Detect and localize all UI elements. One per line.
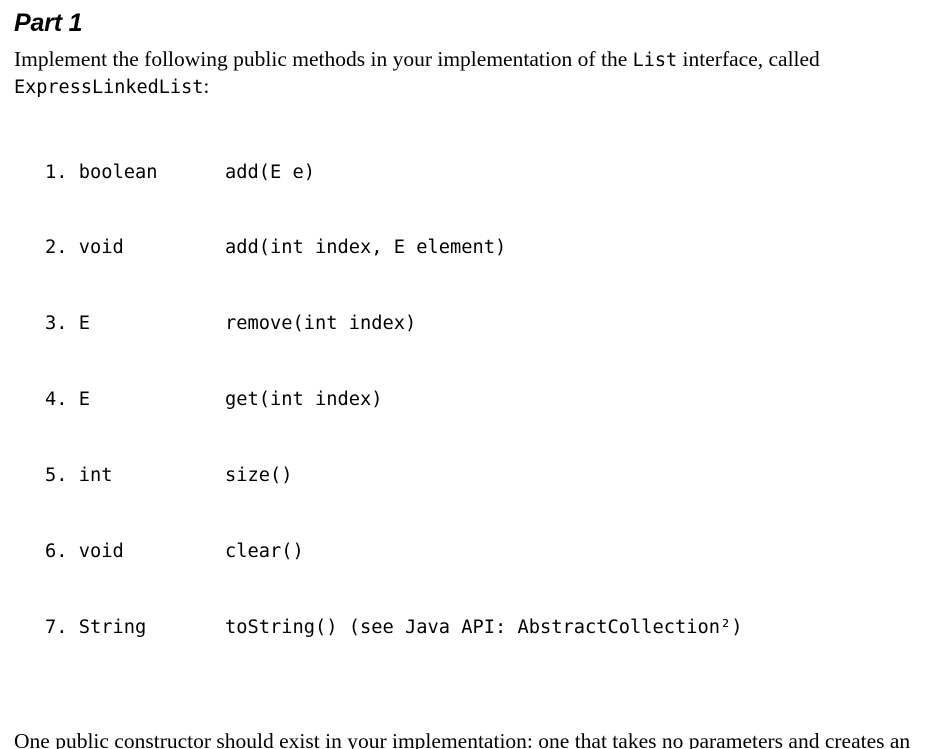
intro-text-after: :: [203, 73, 210, 98]
intro-text-middle: interface, called: [677, 47, 820, 71]
list-item: 1. boolean add(E e): [45, 161, 316, 183]
constructor-paragraph: One public constructor should exist in y…: [14, 728, 911, 749]
document-body: Part 1 Implement the following public me…: [0, 0, 925, 749]
inline-code-list: List: [632, 50, 678, 71]
inline-code-expresslinkedlist: ExpressLinkedList: [14, 76, 204, 98]
list-item: 2. void add(int index, E element): [45, 237, 507, 259]
page-title: Part 1: [14, 9, 83, 37]
document-page: Part 1 Implement the following public me…: [0, 0, 925, 749]
list-item: 3. E remove(int index): [45, 313, 417, 335]
list-item: 5. int size(): [45, 465, 293, 487]
intro-paragraph: Implement the following public methods i…: [14, 47, 911, 100]
method-list: 1. boolean add(E e) 2. void add(int inde…: [14, 109, 911, 691]
list-item: 6. void clear(): [45, 541, 304, 563]
list-item: 4. E get(int index): [45, 389, 383, 411]
intro-text-before: Implement the following public methods i…: [14, 47, 633, 71]
list-item: 7. String toString() (see Java API: Abst…: [45, 616, 743, 638]
